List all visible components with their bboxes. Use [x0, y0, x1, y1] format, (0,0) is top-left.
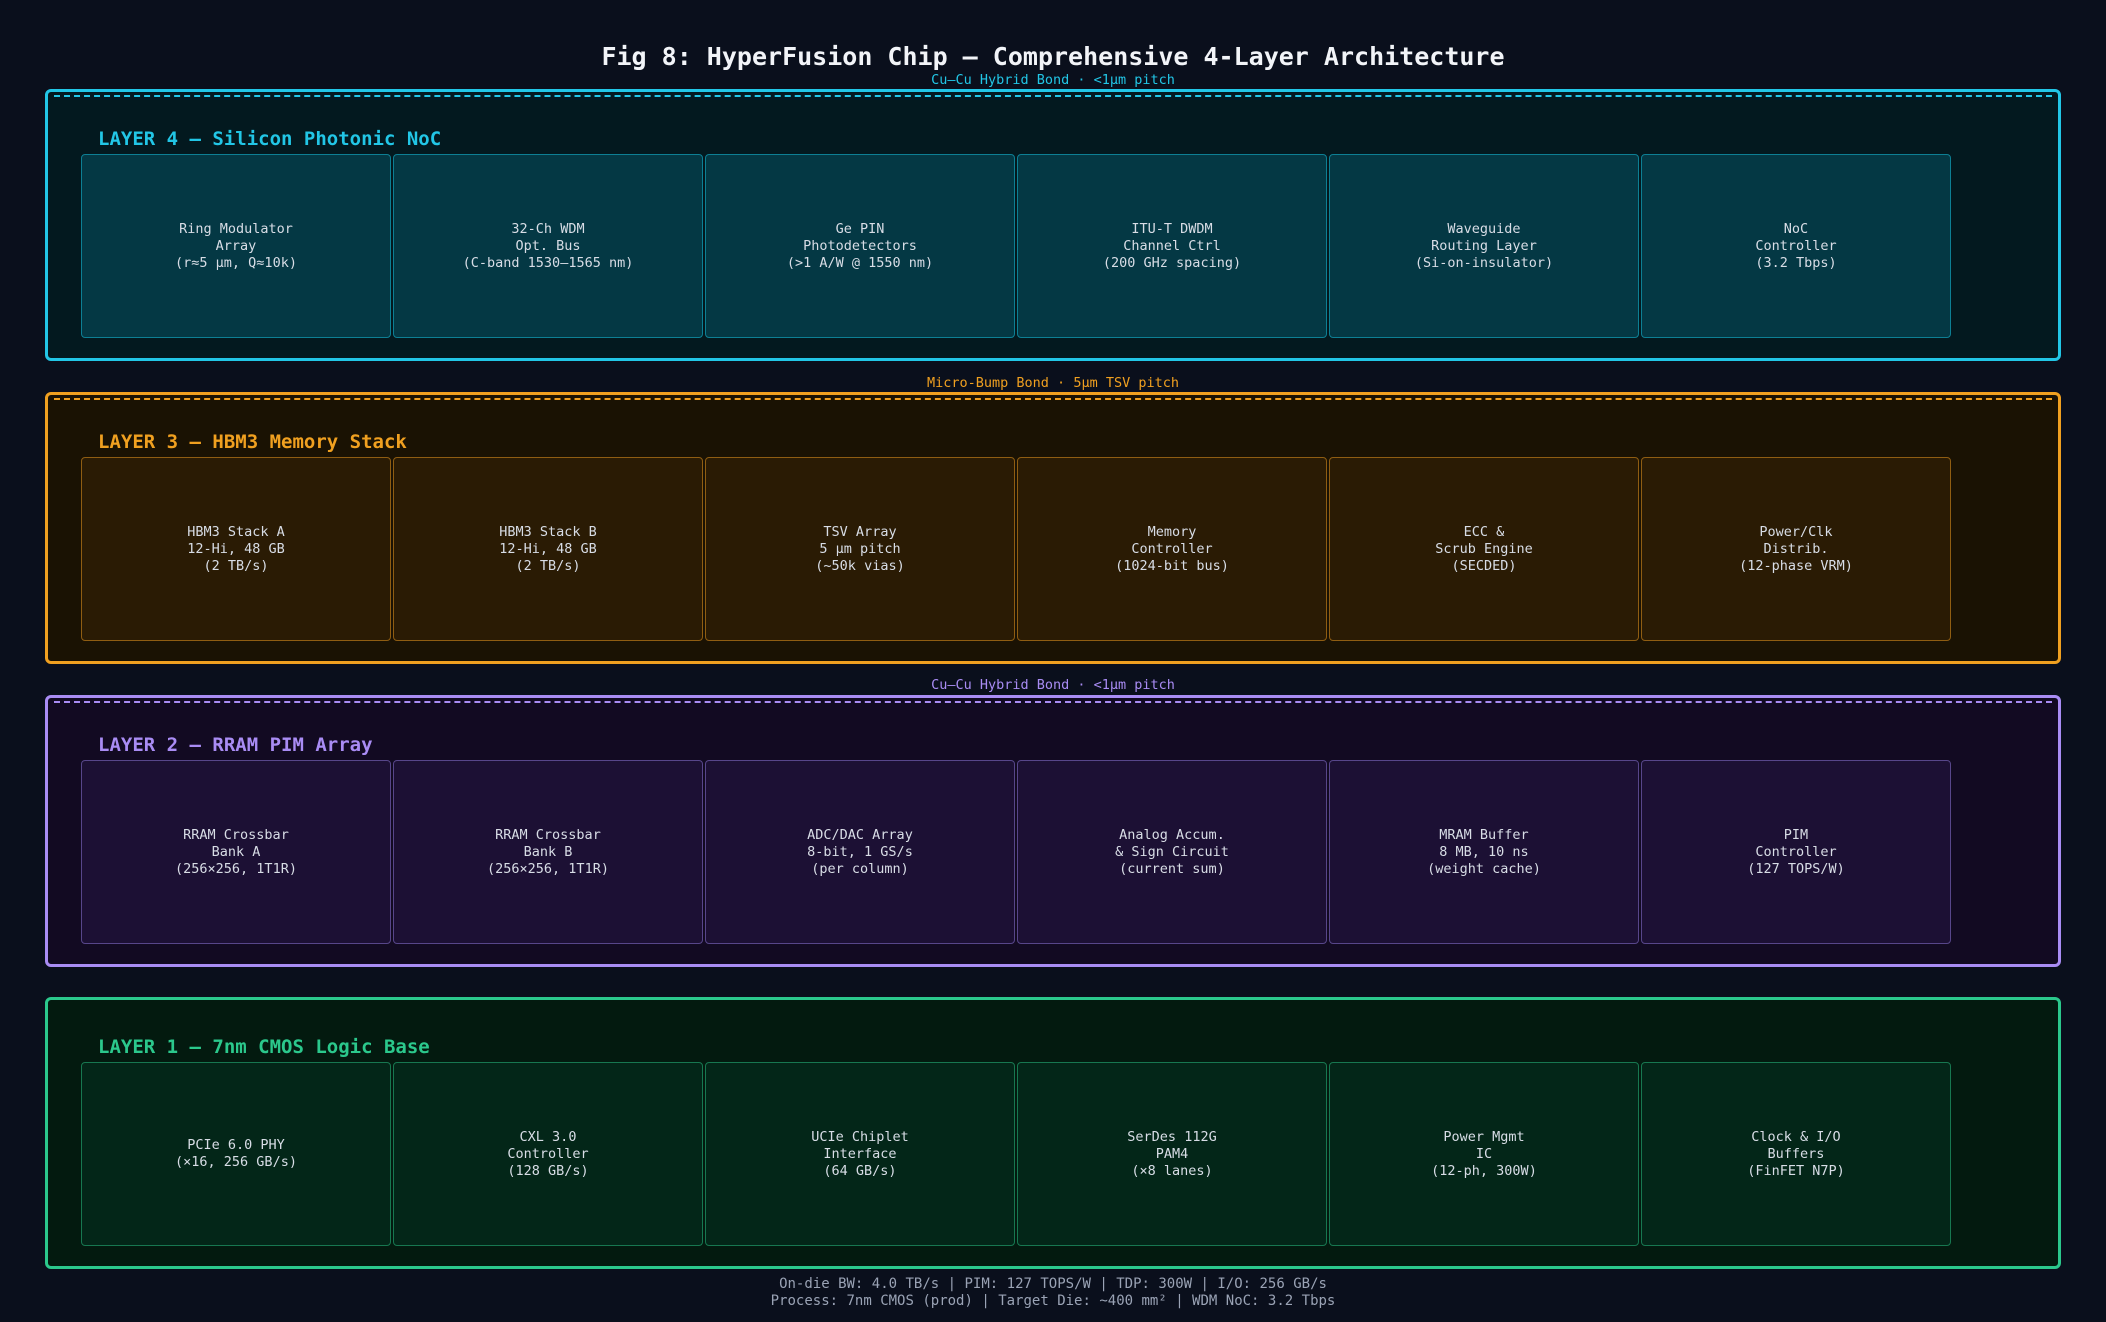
layer-2-block: RRAM Crossbar Bank B (256×256, 1T1R)	[393, 760, 703, 944]
block-label: Power/Clk Distrib. (12-phase VRM)	[1739, 523, 1853, 574]
layer-3-block: TSV Array 5 μm pitch (~50k vias)	[705, 457, 1015, 641]
block-label: ITU-T DWDM Channel Ctrl (200 GHz spacing…	[1102, 220, 1242, 271]
block-label: UCIe Chiplet Interface (64 GB/s)	[811, 1128, 909, 1179]
block-label: TSV Array 5 μm pitch (~50k vias)	[815, 523, 905, 574]
layer-2-block: MRAM Buffer 8 MB, 10 ns (weight cache)	[1329, 760, 1639, 944]
layer-1-block: PCIe 6.0 PHY (×16, 256 GB/s)	[81, 1062, 391, 1246]
footer-specs-line-2: Process: 7nm CMOS (prod) | Target Die: ~…	[770, 1293, 1336, 1309]
block-label: HBM3 Stack A 12-Hi, 48 GB (2 TB/s)	[187, 523, 285, 574]
layer-3-block: HBM3 Stack A 12-Hi, 48 GB (2 TB/s)	[81, 457, 391, 641]
layer-4-block: ITU-T DWDM Channel Ctrl (200 GHz spacing…	[1017, 154, 1327, 338]
layer-2-panel: LAYER 2 — RRAM PIM Array RRAM Crossbar B…	[45, 695, 2061, 967]
block-label: CXL 3.0 Controller (128 GB/s)	[507, 1128, 589, 1179]
block-label: Ring Modulator Array (r≈5 μm, Q≈10k)	[175, 220, 297, 271]
block-label: Analog Accum. & Sign Circuit (current su…	[1115, 826, 1229, 877]
figure-title: Fig 8: HyperFusion Chip — Comprehensive …	[601, 42, 1505, 71]
layer-4-block: Waveguide Routing Layer (Si-on-insulator…	[1329, 154, 1639, 338]
block-label: RRAM Crossbar Bank B (256×256, 1T1R)	[487, 826, 609, 877]
block-label: RRAM Crossbar Bank A (256×256, 1T1R)	[175, 826, 297, 877]
layer-4-block: 32-Ch WDM Opt. Bus (C-band 1530–1565 nm)	[393, 154, 703, 338]
block-label: PIM Controller (127 TOPS/W)	[1747, 826, 1845, 877]
bond-dashed-line	[54, 95, 2052, 97]
layer-4-panel: LAYER 4 — Silicon Photonic NoC Ring Modu…	[45, 89, 2061, 361]
block-label: ADC/DAC Array 8-bit, 1 GS/s (per column)	[807, 826, 913, 877]
block-label: Waveguide Routing Layer (Si-on-insulator…	[1414, 220, 1554, 271]
block-label: Memory Controller (1024-bit bus)	[1115, 523, 1229, 574]
layer-1-block: Power Mgmt IC (12-ph, 300W)	[1329, 1062, 1639, 1246]
layer-1-block: UCIe Chiplet Interface (64 GB/s)	[705, 1062, 1015, 1246]
block-label: SerDes 112G PAM4 (×8 lanes)	[1127, 1128, 1217, 1179]
layer-1-title: LAYER 1 — 7nm CMOS Logic Base	[98, 1036, 430, 1058]
layer-3-block: HBM3 Stack B 12-Hi, 48 GB (2 TB/s)	[393, 457, 703, 641]
layer-3-block: Memory Controller (1024-bit bus)	[1017, 457, 1327, 641]
block-label: NoC Controller (3.2 Tbps)	[1755, 220, 1837, 271]
layer-1-block: SerDes 112G PAM4 (×8 lanes)	[1017, 1062, 1327, 1246]
layer-3-title: LAYER 3 — HBM3 Memory Stack	[98, 431, 407, 453]
block-label: Ge PIN Photodetectors (>1 A/W @ 1550 nm)	[786, 220, 934, 271]
footer-specs-line-1: On-die BW: 4.0 TB/s | PIM: 127 TOPS/W | …	[779, 1276, 1327, 1292]
block-label: ECC & Scrub Engine (SECDED)	[1435, 523, 1533, 574]
layer-3-panel: LAYER 3 — HBM3 Memory Stack HBM3 Stack A…	[45, 392, 2061, 664]
layer-4-block: NoC Controller (3.2 Tbps)	[1641, 154, 1951, 338]
bond-dashed-line	[54, 701, 2052, 703]
bond-label-layer2: Cu–Cu Hybrid Bond · <1μm pitch	[931, 677, 1175, 693]
block-label: Clock & I/O Buffers (FinFET N7P)	[1747, 1128, 1845, 1179]
bond-dashed-line	[54, 398, 2052, 400]
bond-label-layer4: Cu–Cu Hybrid Bond · <1μm pitch	[931, 72, 1175, 88]
block-label: PCIe 6.0 PHY (×16, 256 GB/s)	[175, 1137, 297, 1170]
layer-2-block: PIM Controller (127 TOPS/W)	[1641, 760, 1951, 944]
layer-3-block: ECC & Scrub Engine (SECDED)	[1329, 457, 1639, 641]
block-label: MRAM Buffer 8 MB, 10 ns (weight cache)	[1427, 826, 1541, 877]
layer-1-block: CXL 3.0 Controller (128 GB/s)	[393, 1062, 703, 1246]
layer-4-block: Ring Modulator Array (r≈5 μm, Q≈10k)	[81, 154, 391, 338]
bond-label-layer3: Micro-Bump Bond · 5μm TSV pitch	[927, 375, 1179, 391]
layer-2-block: RRAM Crossbar Bank A (256×256, 1T1R)	[81, 760, 391, 944]
layer-1-panel: LAYER 1 — 7nm CMOS Logic Base PCIe 6.0 P…	[45, 997, 2061, 1269]
layer-4-block: Ge PIN Photodetectors (>1 A/W @ 1550 nm)	[705, 154, 1015, 338]
layer-4-title: LAYER 4 — Silicon Photonic NoC	[98, 128, 442, 150]
layer-2-title: LAYER 2 — RRAM PIM Array	[98, 734, 373, 756]
layer-2-block: ADC/DAC Array 8-bit, 1 GS/s (per column)	[705, 760, 1015, 944]
block-label: Power Mgmt IC (12-ph, 300W)	[1431, 1128, 1537, 1179]
block-label: 32-Ch WDM Opt. Bus (C-band 1530–1565 nm)	[462, 220, 634, 271]
layer-1-block: Clock & I/O Buffers (FinFET N7P)	[1641, 1062, 1951, 1246]
layer-3-block: Power/Clk Distrib. (12-phase VRM)	[1641, 457, 1951, 641]
layer-2-block: Analog Accum. & Sign Circuit (current su…	[1017, 760, 1327, 944]
block-label: HBM3 Stack B 12-Hi, 48 GB (2 TB/s)	[499, 523, 597, 574]
